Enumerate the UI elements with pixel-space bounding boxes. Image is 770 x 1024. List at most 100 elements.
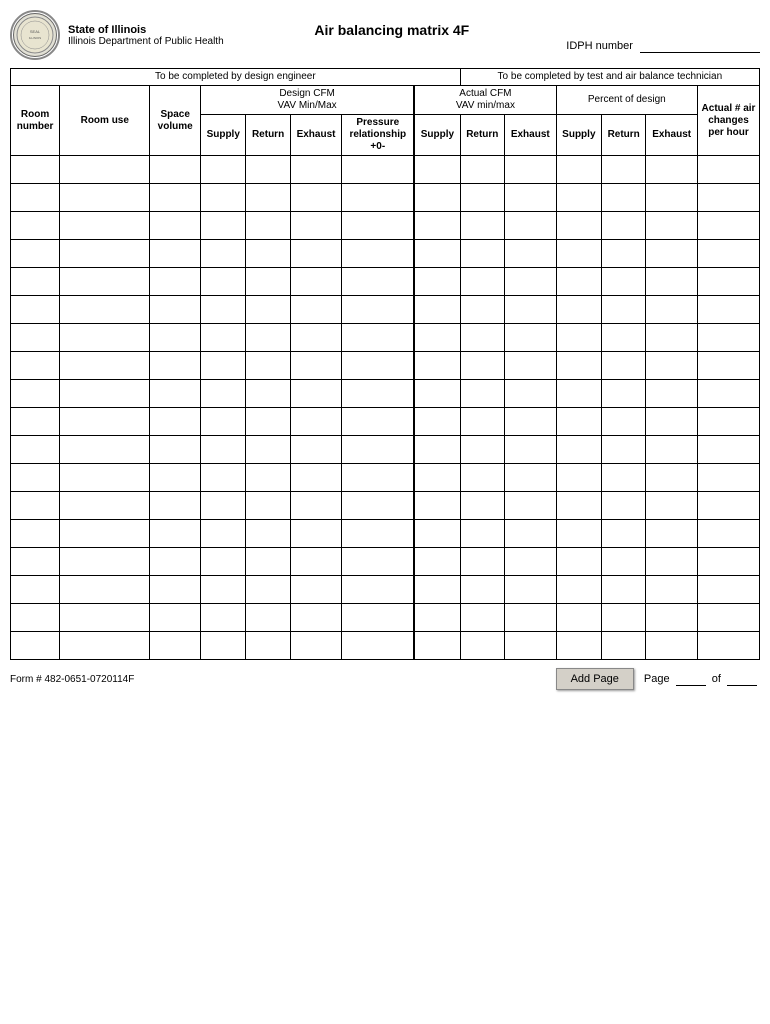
cell-row13-col4 [246, 520, 290, 548]
seal-inner: SEAL ILLINOIS [13, 13, 57, 57]
cell-row2-col2 [150, 212, 201, 240]
cell-row8-col10 [556, 380, 601, 408]
cell-row5-col3 [201, 296, 246, 324]
cell-row5-col7 [414, 296, 460, 324]
cell-row16-col4 [246, 604, 290, 632]
cell-row15-col4 [246, 576, 290, 604]
cell-row12-col10 [556, 492, 601, 520]
cell-row4-col13 [698, 268, 760, 296]
cell-row5-col4 [246, 296, 290, 324]
cell-row11-col12 [646, 464, 698, 492]
cell-row7-col1 [60, 352, 150, 380]
col-header-exhaust2: Exhaust [504, 115, 556, 156]
cell-row9-col8 [460, 408, 504, 436]
cell-row7-col7 [414, 352, 460, 380]
cell-row10-col10 [556, 436, 601, 464]
cell-row2-col6 [342, 212, 414, 240]
table-row [11, 268, 760, 296]
cell-row13-col8 [460, 520, 504, 548]
cell-row13-col13 [698, 520, 760, 548]
col-header-return3: Return [602, 115, 646, 156]
cell-row15-col0 [11, 576, 60, 604]
table-row [11, 436, 760, 464]
cell-row16-col1 [60, 604, 150, 632]
cell-row13-col2 [150, 520, 201, 548]
cell-row12-col12 [646, 492, 698, 520]
cell-row4-col4 [246, 268, 290, 296]
col-header-room-number: Room number [11, 86, 60, 156]
cell-row13-col11 [602, 520, 646, 548]
cell-row15-col5 [290, 576, 342, 604]
cell-row1-col0 [11, 184, 60, 212]
cell-row6-col3 [201, 324, 246, 352]
cell-row16-col9 [504, 604, 556, 632]
cell-row0-col11 [602, 156, 646, 184]
cell-row1-col12 [646, 184, 698, 212]
cell-row9-col10 [556, 408, 601, 436]
cell-row9-col3 [201, 408, 246, 436]
cell-row5-col12 [646, 296, 698, 324]
cell-row4-col10 [556, 268, 601, 296]
idph-number-line [640, 40, 760, 53]
cell-row1-col4 [246, 184, 290, 212]
cell-row14-col4 [246, 548, 290, 576]
cell-row17-col8 [460, 632, 504, 660]
cell-row14-col12 [646, 548, 698, 576]
cell-row8-col7 [414, 380, 460, 408]
add-page-button[interactable]: Add Page [556, 668, 634, 690]
cell-row10-col0 [11, 436, 60, 464]
cell-row9-col0 [11, 408, 60, 436]
cell-row3-col7 [414, 240, 460, 268]
cell-row10-col11 [602, 436, 646, 464]
cell-row11-col2 [150, 464, 201, 492]
col-header-actual-air-changes: Actual # air changes per hour [698, 86, 760, 156]
cell-row9-col9 [504, 408, 556, 436]
cell-row5-col10 [556, 296, 601, 324]
cell-row1-col7 [414, 184, 460, 212]
cell-row5-col2 [150, 296, 201, 324]
svg-text:SEAL: SEAL [30, 29, 41, 34]
cell-row16-col11 [602, 604, 646, 632]
cell-row10-col2 [150, 436, 201, 464]
cell-row15-col13 [698, 576, 760, 604]
cell-row14-col11 [602, 548, 646, 576]
col-header-pressure: Pressure relationship +0- [342, 115, 414, 156]
page-info: Page of [644, 673, 760, 686]
cell-row1-col9 [504, 184, 556, 212]
cell-row13-col1 [60, 520, 150, 548]
cell-row9-col6 [342, 408, 414, 436]
cell-row13-col7 [414, 520, 460, 548]
cell-row15-col9 [504, 576, 556, 604]
cell-row0-col13 [698, 156, 760, 184]
cell-row1-col1 [60, 184, 150, 212]
cell-row3-col10 [556, 240, 601, 268]
cell-row2-col8 [460, 212, 504, 240]
cell-row13-col9 [504, 520, 556, 548]
cell-row17-col7 [414, 632, 460, 660]
cell-row10-col3 [201, 436, 246, 464]
cell-row4-col11 [602, 268, 646, 296]
cell-row1-col3 [201, 184, 246, 212]
cell-row15-col2 [150, 576, 201, 604]
cell-row12-col13 [698, 492, 760, 520]
cell-row11-col3 [201, 464, 246, 492]
cell-row17-col12 [646, 632, 698, 660]
technician-header: To be completed by test and air balance … [460, 69, 759, 86]
cell-row6-col6 [342, 324, 414, 352]
cell-row1-col11 [602, 184, 646, 212]
cell-row10-col9 [504, 436, 556, 464]
cell-row6-col10 [556, 324, 601, 352]
cell-row2-col13 [698, 212, 760, 240]
cell-row17-col11 [602, 632, 646, 660]
col-header-return1: Return [246, 115, 290, 156]
cell-row4-col3 [201, 268, 246, 296]
cell-row1-col5 [290, 184, 342, 212]
cell-row12-col7 [414, 492, 460, 520]
table-row [11, 632, 760, 660]
cell-row13-col10 [556, 520, 601, 548]
cell-row12-col5 [290, 492, 342, 520]
cell-row14-col9 [504, 548, 556, 576]
cell-row4-col5 [290, 268, 342, 296]
cell-row11-col8 [460, 464, 504, 492]
cell-row14-col6 [342, 548, 414, 576]
